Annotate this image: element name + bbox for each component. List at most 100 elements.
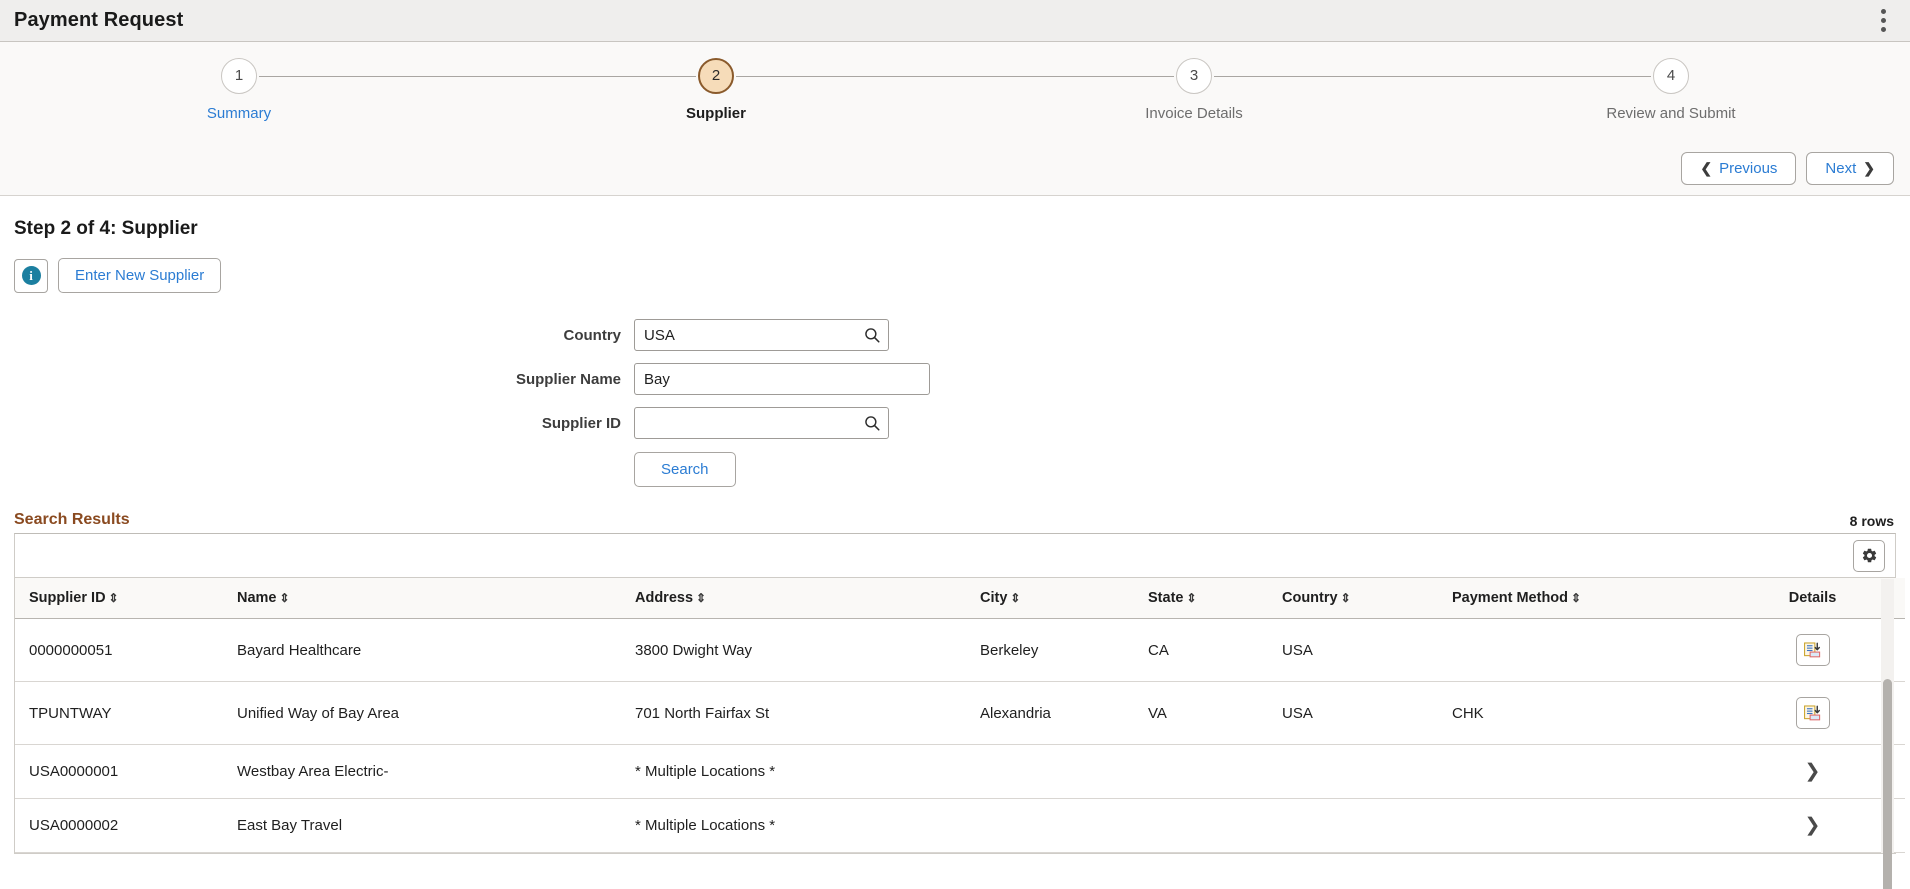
step-label[interactable]: Review and Submit bbox=[1561, 105, 1781, 122]
search-button[interactable]: Search bbox=[634, 452, 736, 487]
wizard-step-review-and-submit[interactable]: 4 Review and Submit bbox=[1561, 58, 1781, 122]
step-label[interactable]: Summary bbox=[129, 105, 349, 122]
column-header-address[interactable]: Address ⇕ bbox=[635, 578, 980, 619]
field-wrap-supplier-id bbox=[634, 407, 889, 439]
results-table-body: 0000000051 Bayard Healthcare 3800 Dwight W… bbox=[15, 618, 1905, 853]
supplier-search-form: Country Supplier Name Supplier ID Search bbox=[14, 319, 1896, 487]
column-header-supplier-id[interactable]: Supplier ID ⇕ bbox=[15, 578, 237, 619]
column-header-label: Address bbox=[635, 590, 694, 606]
next-button[interactable]: Next ❯ bbox=[1806, 152, 1894, 185]
row-details-document-icon[interactable] bbox=[1795, 634, 1830, 666]
sort-toggle-icon[interactable]: ⇕ bbox=[1186, 591, 1196, 605]
input-country[interactable] bbox=[634, 319, 889, 351]
cell-details: ❯ bbox=[1720, 798, 1905, 853]
column-header-label: Details bbox=[1788, 590, 1837, 606]
label-supplier-name: Supplier Name bbox=[515, 370, 621, 388]
table-row[interactable]: TPUNTWAY Unified Way of Bay Area 701 North… bbox=[15, 681, 1905, 745]
table-row[interactable]: 0000000051 Bayard Healthcare 3800 Dwight W… bbox=[15, 618, 1905, 682]
wizard-step-supplier[interactable]: 2 Supplier bbox=[606, 58, 826, 122]
column-header-state[interactable]: State ⇕ bbox=[1148, 578, 1282, 619]
row-details-document-icon[interactable] bbox=[1795, 697, 1830, 729]
input-supplier-id[interactable] bbox=[634, 407, 889, 439]
sort-toggle-icon[interactable]: ⇕ bbox=[1010, 591, 1020, 605]
info-icon: i bbox=[21, 266, 41, 285]
label-supplier-id: Supplier ID bbox=[541, 414, 621, 432]
kebab-menu-icon[interactable] bbox=[1872, 8, 1894, 34]
step-number-badge[interactable]: 2 bbox=[698, 58, 734, 94]
label-country: Country bbox=[563, 326, 622, 344]
sort-toggle-icon[interactable]: ⇕ bbox=[109, 591, 119, 605]
search-results-header: Search Results 8 rows bbox=[14, 511, 1896, 529]
row-details-chevron-right-icon[interactable]: ❯ bbox=[1805, 761, 1821, 782]
column-header-details: Details bbox=[1720, 578, 1905, 619]
window-title-bar: Payment Request bbox=[0, 0, 1910, 42]
results-vertical-scrollbar[interactable] bbox=[1881, 579, 1894, 889]
cell-payment-method bbox=[1452, 744, 1720, 799]
step-heading: Step 2 of 4: Supplier bbox=[14, 218, 198, 239]
previous-button[interactable]: ❮ Previous bbox=[1681, 152, 1797, 185]
cell-address: * Multiple Locations * bbox=[635, 744, 980, 799]
column-header-label: City bbox=[980, 590, 1008, 606]
column-header-label: Payment Method bbox=[1452, 590, 1569, 606]
cell-supplier-id: USA0000002 bbox=[15, 798, 237, 853]
main-content: Step 2 of 4: Supplier i Enter New Suppli… bbox=[0, 196, 1910, 889]
column-header-name[interactable]: Name ⇕ bbox=[237, 578, 635, 619]
column-header-country[interactable]: Country ⇕ bbox=[1282, 578, 1452, 619]
page-title: Payment Request bbox=[14, 9, 184, 31]
sort-toggle-icon[interactable]: ⇕ bbox=[696, 591, 706, 605]
column-header-city[interactable]: City ⇕ bbox=[980, 578, 1148, 619]
cell-name: East Bay Travel bbox=[237, 798, 635, 853]
cell-state bbox=[1148, 744, 1282, 799]
column-header-label: Supplier ID bbox=[29, 590, 106, 606]
cell-details bbox=[1720, 618, 1905, 682]
search-results-grid: Supplier ID ⇕ Name ⇕ Address ⇕ City ⇕ State ⇕ Coun… bbox=[14, 533, 1905, 889]
step-number-badge[interactable]: 1 bbox=[221, 58, 257, 94]
column-header-label: State bbox=[1148, 590, 1184, 606]
cell-state bbox=[1148, 798, 1282, 853]
cell-details: ❯ bbox=[1720, 744, 1905, 799]
cell-payment-method bbox=[1452, 798, 1720, 853]
cell-state: VA bbox=[1148, 681, 1282, 745]
input-supplier-name[interactable] bbox=[634, 363, 930, 395]
enter-new-supplier-button[interactable]: Enter New Supplier bbox=[58, 258, 222, 293]
form-row-country: Country bbox=[14, 319, 1896, 351]
cell-address: 3800 Dwight Way bbox=[635, 618, 980, 682]
step-number-badge[interactable]: 3 bbox=[1176, 58, 1212, 94]
search-results-title: Search Results bbox=[14, 511, 130, 528]
cell-country: USA bbox=[1282, 681, 1452, 745]
table-row[interactable]: USA0000002 East Bay Travel * Multiple Loca… bbox=[15, 798, 1905, 853]
wizard-stepper-region: 1 Summary 2 Supplier 3 Invoice Details 4 Review… bbox=[0, 42, 1910, 196]
scrollbar-thumb[interactable] bbox=[1883, 679, 1892, 889]
cell-name: Unified Way of Bay Area bbox=[237, 681, 635, 745]
info-button[interactable]: i bbox=[14, 258, 48, 293]
sort-toggle-icon[interactable]: ⇕ bbox=[1571, 591, 1581, 605]
gear-icon[interactable] bbox=[1853, 539, 1885, 572]
chevron-left-icon: ❮ bbox=[1700, 160, 1713, 176]
cell-details bbox=[1720, 681, 1905, 745]
cell-city: Alexandria bbox=[980, 681, 1148, 745]
sort-toggle-icon[interactable]: ⇕ bbox=[280, 591, 290, 605]
cell-address: * Multiple Locations * bbox=[635, 798, 980, 853]
step-number-badge[interactable]: 4 bbox=[1653, 58, 1689, 94]
sort-toggle-icon[interactable]: ⇕ bbox=[1341, 591, 1351, 605]
results-table-head: Supplier ID ⇕ Name ⇕ Address ⇕ City ⇕ State ⇕ Coun… bbox=[15, 578, 1905, 619]
cell-supplier-id: TPUNTWAY bbox=[15, 681, 237, 745]
step-label[interactable]: Supplier bbox=[606, 105, 826, 122]
wizard-step-summary[interactable]: 1 Summary bbox=[129, 58, 349, 122]
cell-city: Berkeley bbox=[980, 618, 1148, 682]
cell-country: USA bbox=[1282, 618, 1452, 682]
step-label[interactable]: Invoice Details bbox=[1084, 105, 1304, 122]
cell-supplier-id: USA0000001 bbox=[15, 744, 237, 799]
field-wrap-supplier-name bbox=[634, 363, 930, 395]
wizard-step-invoice-details[interactable]: 3 Invoice Details bbox=[1084, 58, 1304, 122]
column-header-payment-method[interactable]: Payment Method ⇕ bbox=[1452, 578, 1720, 619]
table-row[interactable]: USA0000001 Westbay Area Electric- * Multip… bbox=[15, 744, 1905, 799]
cell-city bbox=[980, 744, 1148, 799]
grid-toolbar bbox=[15, 534, 1895, 578]
cell-country bbox=[1282, 798, 1452, 853]
cell-supplier-id: 0000000051 bbox=[15, 618, 237, 682]
form-row-supplier-id: Supplier ID bbox=[14, 407, 1896, 439]
row-details-chevron-right-icon[interactable]: ❯ bbox=[1805, 815, 1821, 836]
field-wrap-country bbox=[634, 319, 889, 351]
cell-country bbox=[1282, 744, 1452, 799]
